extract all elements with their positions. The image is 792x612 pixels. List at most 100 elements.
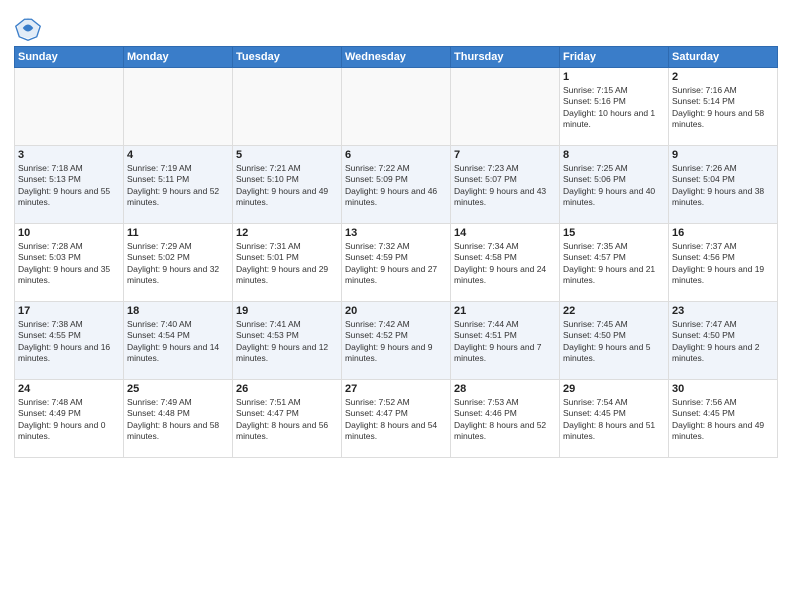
day-number: 26	[236, 383, 338, 395]
calendar-cell: 28 Sunrise: 7:53 AM Sunset: 4:46 PM Dayli…	[451, 380, 560, 458]
day-info: Sunrise: 7:29 AM Sunset: 5:02 PM Dayligh…	[127, 241, 229, 287]
day-info: Sunrise: 7:40 AM Sunset: 4:54 PM Dayligh…	[127, 319, 229, 365]
day-number: 29	[563, 383, 665, 395]
calendar-cell: 16Sunrise: 7:37 AM Sunset: 4:56 PM Dayli…	[669, 224, 778, 302]
day-number: 1	[563, 71, 665, 83]
logo	[14, 14, 46, 42]
col-header-friday: Friday	[560, 47, 669, 68]
calendar-cell: 29 Sunrise: 7:54 AM Sunset: 4:45 PM Dayli…	[560, 380, 669, 458]
col-header-tuesday: Tuesday	[233, 47, 342, 68]
day-info: Sunrise: 7:44 AM Sunset: 4:51 PM Dayligh…	[454, 319, 556, 365]
calendar-cell	[124, 68, 233, 146]
week-row-1: 3 Sunrise: 7:18 AM Sunset: 5:13 PM Daylig…	[15, 146, 778, 224]
day-number: 7	[454, 149, 556, 161]
col-header-thursday: Thursday	[451, 47, 560, 68]
day-info: Sunrise: 7:56 AM Sunset: 4:45 PM Dayligh…	[672, 397, 774, 443]
calendar-cell	[342, 68, 451, 146]
calendar-cell	[451, 68, 560, 146]
day-info: Sunrise: 7:19 AM Sunset: 5:11 PM Dayligh…	[127, 163, 229, 209]
day-number: 4	[127, 149, 229, 161]
day-number: 13	[345, 227, 447, 239]
day-info: Sunrise: 7:42 AM Sunset: 4:52 PM Dayligh…	[345, 319, 447, 365]
day-number: 25	[127, 383, 229, 395]
week-row-0: 1 Sunrise: 7:15 AM Sunset: 5:16 PM Daylig…	[15, 68, 778, 146]
calendar-cell: 21 Sunrise: 7:44 AM Sunset: 4:51 PM Dayli…	[451, 302, 560, 380]
day-info: Sunrise: 7:41 AM Sunset: 4:53 PM Dayligh…	[236, 319, 338, 365]
calendar-cell: 3 Sunrise: 7:18 AM Sunset: 5:13 PM Daylig…	[15, 146, 124, 224]
day-info: Sunrise: 7:15 AM Sunset: 5:16 PM Dayligh…	[563, 85, 665, 131]
col-header-monday: Monday	[124, 47, 233, 68]
day-info: Sunrise: 7:31 AM Sunset: 5:01 PM Dayligh…	[236, 241, 338, 287]
day-info: Sunrise: 7:47 AM Sunset: 4:50 PM Dayligh…	[672, 319, 774, 365]
day-info: Sunrise: 7:51 AM Sunset: 4:47 PM Dayligh…	[236, 397, 338, 443]
day-number: 8	[563, 149, 665, 161]
day-info: Sunrise: 7:53 AM Sunset: 4:46 PM Dayligh…	[454, 397, 556, 443]
day-number: 9	[672, 149, 774, 161]
day-info: Sunrise: 7:25 AM Sunset: 5:06 PM Dayligh…	[563, 163, 665, 209]
calendar-table: SundayMondayTuesdayWednesdayThursdayFrid…	[14, 46, 778, 458]
day-number: 27	[345, 383, 447, 395]
day-info: Sunrise: 7:52 AM Sunset: 4:47 PM Dayligh…	[345, 397, 447, 443]
day-number: 5	[236, 149, 338, 161]
calendar-cell	[15, 68, 124, 146]
day-info: Sunrise: 7:54 AM Sunset: 4:45 PM Dayligh…	[563, 397, 665, 443]
day-number: 12	[236, 227, 338, 239]
calendar-cell: 2 Sunrise: 7:16 AM Sunset: 5:14 PM Daylig…	[669, 68, 778, 146]
day-info: Sunrise: 7:38 AM Sunset: 4:55 PM Dayligh…	[18, 319, 120, 365]
day-number: 18	[127, 305, 229, 317]
day-number: 24	[18, 383, 120, 395]
calendar-cell: 19 Sunrise: 7:41 AM Sunset: 4:53 PM Dayli…	[233, 302, 342, 380]
day-number: 22	[563, 305, 665, 317]
week-row-2: 10 Sunrise: 7:28 AM Sunset: 5:03 PM Dayli…	[15, 224, 778, 302]
day-info: Sunrise: 7:49 AM Sunset: 4:48 PM Dayligh…	[127, 397, 229, 443]
col-header-wednesday: Wednesday	[342, 47, 451, 68]
day-info: Sunrise: 7:48 AM Sunset: 4:49 PM Dayligh…	[18, 397, 120, 443]
calendar-cell: 1 Sunrise: 7:15 AM Sunset: 5:16 PM Daylig…	[560, 68, 669, 146]
day-number: 20	[345, 305, 447, 317]
day-info: Sunrise: 7:18 AM Sunset: 5:13 PM Dayligh…	[18, 163, 120, 209]
day-number: 16	[672, 227, 774, 239]
calendar-cell: 27 Sunrise: 7:52 AM Sunset: 4:47 PM Dayli…	[342, 380, 451, 458]
calendar-cell	[233, 68, 342, 146]
day-info: Sunrise: 7:26 AM Sunset: 5:04 PM Dayligh…	[672, 163, 774, 209]
calendar-cell: 9 Sunrise: 7:26 AM Sunset: 5:04 PM Daylig…	[669, 146, 778, 224]
page: SundayMondayTuesdayWednesdayThursdayFrid…	[0, 0, 792, 612]
calendar-cell: 11Sunrise: 7:29 AM Sunset: 5:02 PM Dayli…	[124, 224, 233, 302]
calendar-cell: 13Sunrise: 7:32 AM Sunset: 4:59 PM Dayli…	[342, 224, 451, 302]
day-number: 2	[672, 71, 774, 83]
calendar-cell: 7 Sunrise: 7:23 AM Sunset: 5:07 PM Daylig…	[451, 146, 560, 224]
calendar-cell: 14Sunrise: 7:34 AM Sunset: 4:58 PM Dayli…	[451, 224, 560, 302]
calendar-cell: 25 Sunrise: 7:49 AM Sunset: 4:48 PM Dayli…	[124, 380, 233, 458]
calendar-cell: 12 Sunrise: 7:31 AM Sunset: 5:01 PM Dayli…	[233, 224, 342, 302]
day-info: Sunrise: 7:23 AM Sunset: 5:07 PM Dayligh…	[454, 163, 556, 209]
day-info: Sunrise: 7:28 AM Sunset: 5:03 PM Dayligh…	[18, 241, 120, 287]
calendar-cell: 18 Sunrise: 7:40 AM Sunset: 4:54 PM Dayli…	[124, 302, 233, 380]
header-row: SundayMondayTuesdayWednesdayThursdayFrid…	[15, 47, 778, 68]
day-info: Sunrise: 7:35 AM Sunset: 4:57 PM Dayligh…	[563, 241, 665, 287]
week-row-3: 17Sunrise: 7:38 AM Sunset: 4:55 PM Dayli…	[15, 302, 778, 380]
header	[14, 10, 778, 42]
day-number: 19	[236, 305, 338, 317]
col-header-sunday: Sunday	[15, 47, 124, 68]
calendar-cell: 24 Sunrise: 7:48 AM Sunset: 4:49 PM Dayli…	[15, 380, 124, 458]
day-number: 23	[672, 305, 774, 317]
day-info: Sunrise: 7:22 AM Sunset: 5:09 PM Dayligh…	[345, 163, 447, 209]
day-number: 10	[18, 227, 120, 239]
calendar-cell: 5 Sunrise: 7:21 AM Sunset: 5:10 PM Daylig…	[233, 146, 342, 224]
calendar-cell: 15Sunrise: 7:35 AM Sunset: 4:57 PM Dayli…	[560, 224, 669, 302]
day-number: 14	[454, 227, 556, 239]
day-number: 30	[672, 383, 774, 395]
week-row-4: 24 Sunrise: 7:48 AM Sunset: 4:49 PM Dayli…	[15, 380, 778, 458]
day-info: Sunrise: 7:16 AM Sunset: 5:14 PM Dayligh…	[672, 85, 774, 131]
calendar-cell: 4 Sunrise: 7:19 AM Sunset: 5:11 PM Daylig…	[124, 146, 233, 224]
day-info: Sunrise: 7:21 AM Sunset: 5:10 PM Dayligh…	[236, 163, 338, 209]
logo-icon	[14, 14, 42, 42]
day-number: 21	[454, 305, 556, 317]
calendar-cell: 8 Sunrise: 7:25 AM Sunset: 5:06 PM Daylig…	[560, 146, 669, 224]
day-number: 3	[18, 149, 120, 161]
calendar-cell: 23 Sunrise: 7:47 AM Sunset: 4:50 PM Dayli…	[669, 302, 778, 380]
calendar-cell: 26 Sunrise: 7:51 AM Sunset: 4:47 PM Dayli…	[233, 380, 342, 458]
day-number: 6	[345, 149, 447, 161]
day-number: 28	[454, 383, 556, 395]
calendar-cell: 22Sunrise: 7:45 AM Sunset: 4:50 PM Dayli…	[560, 302, 669, 380]
